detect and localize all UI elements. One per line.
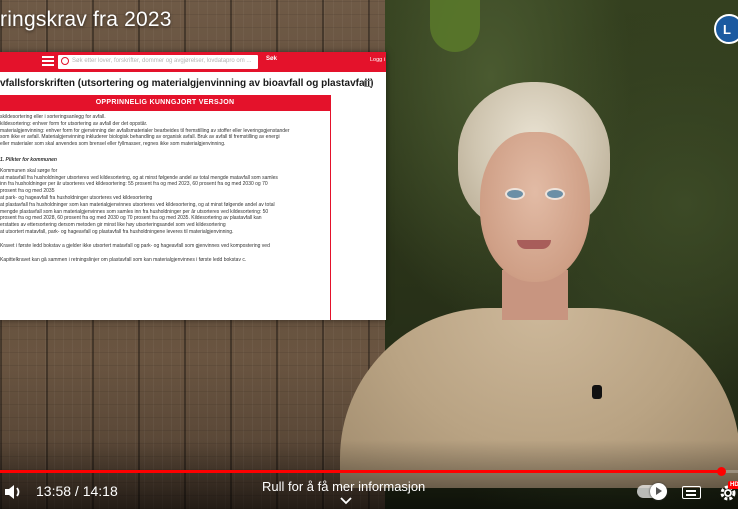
progress-scrubber[interactable]: [717, 467, 727, 476]
panel-body: skildesortering eller i sorteringsanlegg…: [0, 111, 330, 263]
autoplay-toggle[interactable]: [637, 483, 667, 500]
doc-line: prosent fra og med 2028, 60 prosent fra …: [0, 215, 262, 222]
duration: 14:18: [82, 483, 118, 499]
search-icon: [61, 57, 69, 65]
doc-line: mengde plastavfall som kan materialgjenv…: [0, 208, 269, 215]
doc-line: materialgjenvinning: enhver form for gje…: [0, 127, 290, 134]
volume-icon[interactable]: [3, 483, 23, 501]
site-page-heading: vfallsforskriften (utsortering og materi…: [0, 78, 374, 89]
time-separator: /: [71, 483, 83, 499]
progress-bar[interactable]: [0, 467, 738, 476]
current-time: 13:58: [36, 483, 72, 499]
doc-line: Kapittelkravet kan gå sammen i retningsl…: [0, 256, 247, 263]
doc-line: som ikke er avfall. Materialgjenvinning …: [0, 134, 280, 141]
embedded-website-screenshot: Søk etter lover, forskrifter, dommer og …: [0, 52, 386, 320]
lapel-microphone: [592, 385, 602, 399]
doc-line: prosent fra og med 2035: [0, 188, 55, 195]
time-display: 13:58 / 14:18: [36, 483, 118, 499]
print-icon: [364, 80, 372, 87]
progress-played: [0, 470, 722, 473]
doc-line: inn fra husholdninger per år utsorteres …: [0, 181, 268, 188]
doc-line: kildesortering: enhver form for utsorter…: [0, 120, 148, 127]
doc-line: Kommunen skal sørge for: [0, 167, 58, 174]
autoplay-knob-icon: [650, 483, 667, 500]
plant-leaf: [430, 0, 480, 52]
site-version-panel: OPPRINNELIG KUNNGJORT VERSJON skildesort…: [0, 95, 331, 320]
chevron-down-icon[interactable]: [340, 496, 352, 506]
video-title[interactable]: ringskrav fra 2023: [0, 8, 172, 32]
presenter-face: [480, 132, 590, 282]
site-header: Søk etter lover, forskrifter, dommer og …: [0, 52, 386, 72]
subtitles-icon[interactable]: [682, 486, 701, 499]
hd-badge: HD: [728, 481, 738, 489]
presenter-mouth: [517, 240, 551, 249]
site-search-input: Søk etter lover, forskrifter, dommer og …: [58, 55, 258, 69]
panel-title: OPPRINNELIG KUNNGJORT VERSJON: [0, 96, 330, 111]
doc-section-title: 1. Plikter for kommunen: [0, 156, 57, 163]
doc-line: skildesortering eller i sorteringsanlegg…: [0, 114, 106, 120]
site-search-button: Søk: [266, 56, 278, 62]
doc-line: at matavfall fra husholdninger utsortere…: [0, 174, 278, 181]
scroll-for-more-info[interactable]: Rull for å få mer informasjon: [262, 479, 425, 494]
menu-icon: [42, 56, 54, 66]
presenter-eye: [547, 190, 563, 198]
doc-line: at plastavfall fra husholdninger som kan…: [0, 201, 275, 208]
site-login-link: Logg i: [370, 57, 385, 63]
doc-line: at utsortert matavfall, park- og hageavf…: [0, 228, 234, 235]
channel-avatar[interactable]: L: [714, 14, 738, 44]
doc-line: eller materialer som skal anvendes som b…: [0, 141, 226, 148]
doc-line: erstattes av ettersortering dersom metod…: [0, 222, 226, 229]
presenter: [330, 80, 738, 488]
doc-line: Kravet i første ledd bokstav a gjelder i…: [0, 242, 270, 249]
doc-line: at park- og hageavfall fra husholdninger…: [0, 194, 153, 201]
video-player[interactable]: ringskrav fra 2023 L Søk etter lover, fo…: [0, 0, 738, 509]
presenter-eye: [507, 190, 523, 198]
